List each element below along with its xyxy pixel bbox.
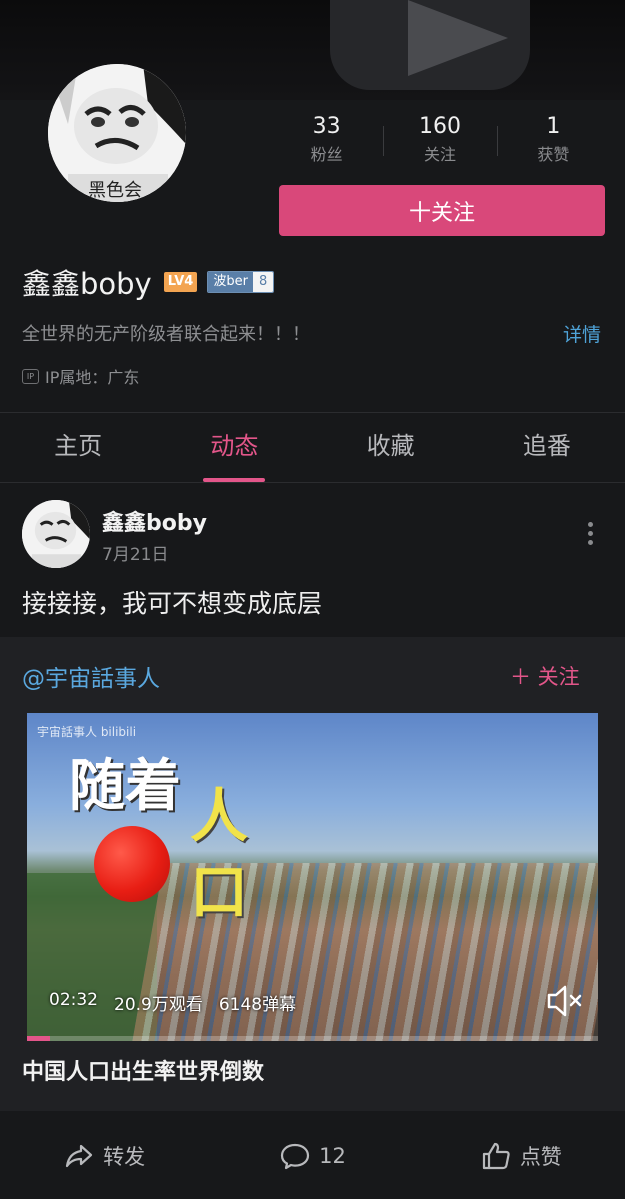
profile-name-row: 鑫鑫boby LV4 波ber 8 <box>22 262 275 302</box>
ip-icon: IP <box>22 368 39 384</box>
video-watermark: 宇宙話事人 bilibili <box>37 725 137 739</box>
banner-play-icon <box>408 0 508 76</box>
level-badge: LV4 <box>163 272 198 292</box>
more-options-icon[interactable] <box>584 522 596 552</box>
post-author-name[interactable]: 鑫鑫boby <box>102 505 207 537</box>
video-duration: 02:32 <box>49 990 98 1010</box>
post-author-avatar[interactable] <box>22 500 90 568</box>
share-button[interactable]: 转发 <box>0 1112 208 1199</box>
ip-location-text: IP属地：广东 <box>45 368 140 387</box>
video-player[interactable]: 宇宙話事人 bilibili 随着 人口 02:32 20.9万观看 6148弹… <box>27 713 598 1041</box>
video-red-ball <box>94 826 170 902</box>
avatar-face-image: 黑色会 <box>48 64 186 202</box>
stat-likes-value: 1 <box>546 114 561 139</box>
profile-stats: 33 粉丝 160 关注 1 获赞 <box>270 112 610 172</box>
avatar-face-image <box>22 500 90 568</box>
svg-text:黑色会: 黑色会 <box>88 180 142 201</box>
video-title[interactable]: 中国人口出生率世界倒数 <box>22 1054 264 1086</box>
stat-likes-label: 获赞 <box>537 145 570 164</box>
profile-avatar[interactable]: 黑色会 <box>48 64 186 202</box>
follow-button[interactable]: 十关注 <box>279 185 605 236</box>
ip-location-row: IP IP属地：广东 <box>22 364 139 388</box>
fan-medal-level: 8 <box>252 272 274 292</box>
repost-author[interactable]: @宇宙話事人 <box>22 659 160 693</box>
video-progress-fill <box>27 1036 50 1041</box>
profile-tabs: 主页 动态 收藏 追番 <box>0 413 625 483</box>
repost-follow-button[interactable]: ＋ 关注 <box>510 661 580 691</box>
stat-following-value: 160 <box>418 114 461 139</box>
fan-medal-title: 波ber <box>208 272 253 292</box>
video-views: 20.9万观看 <box>114 995 203 1015</box>
thumbs-up-icon <box>482 1142 510 1169</box>
tab-favorites[interactable]: 收藏 <box>313 413 469 482</box>
like-label: 点赞 <box>519 1144 562 1169</box>
stat-fans[interactable]: 33 粉丝 <box>270 112 383 172</box>
post-actions: 转发 12 点赞 <box>0 1112 625 1199</box>
profile-name: 鑫鑫boby <box>22 267 152 301</box>
tab-bangumi[interactable]: 追番 <box>469 413 625 482</box>
video-danmaku: 6148弹幕 <box>218 995 297 1015</box>
mute-icon[interactable] <box>545 983 585 1019</box>
post-text: 接接接，我可不想变成底层 <box>22 589 323 618</box>
fan-medal-badge[interactable]: 波ber 8 <box>207 271 275 293</box>
stat-likes[interactable]: 1 获赞 <box>496 112 610 172</box>
video-caption-1: 随着 <box>69 753 181 819</box>
comment-count: 12 <box>319 1143 346 1168</box>
comment-icon <box>281 1143 310 1169</box>
profile-bio: 全世界的无产阶级者联合起来！！！ <box>22 324 310 345</box>
share-icon <box>66 1144 93 1167</box>
video-caption-2: 人口 <box>189 782 248 926</box>
tab-home[interactable]: 主页 <box>0 413 156 482</box>
follow-button-label: 十关注 <box>408 200 475 226</box>
video-progress-track[interactable] <box>27 1036 598 1041</box>
detail-link[interactable]: 详情 <box>563 320 601 347</box>
stat-fans-label: 粉丝 <box>310 145 343 164</box>
tab-dynamics[interactable]: 动态 <box>156 413 312 482</box>
stat-following[interactable]: 160 关注 <box>383 112 496 172</box>
video-meta: 02:32 20.9万观看 6148弹幕 <box>49 990 296 1015</box>
post-date: 7月21日 <box>102 545 169 565</box>
share-label: 转发 <box>103 1144 146 1169</box>
comment-button[interactable]: 12 <box>208 1112 416 1199</box>
like-button[interactable]: 点赞 <box>417 1112 625 1199</box>
stat-following-label: 关注 <box>423 145 456 164</box>
stat-fans-value: 33 <box>312 114 341 139</box>
